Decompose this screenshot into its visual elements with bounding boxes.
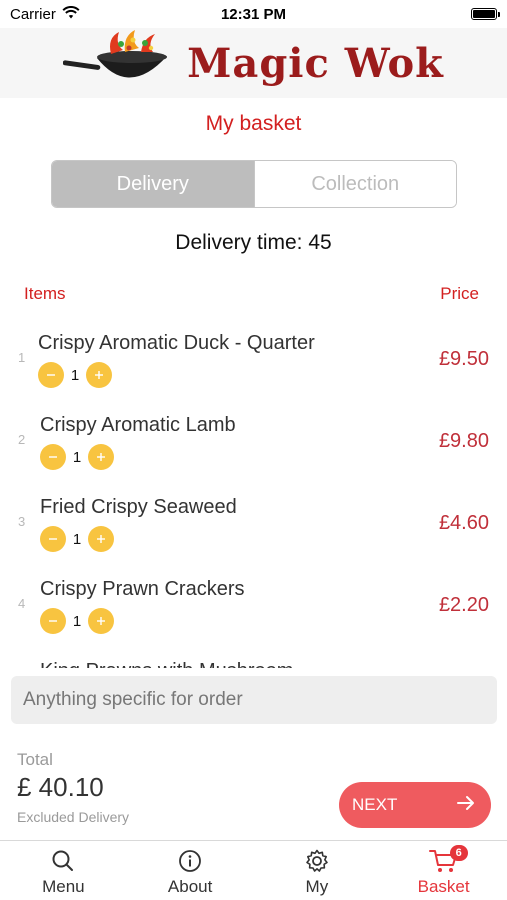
total-note: Excluded Delivery xyxy=(17,809,130,825)
battery-icon xyxy=(471,8,500,20)
item-name: King Prawns with Mushroom xyxy=(40,660,293,668)
total-amount: £ 40.10 xyxy=(17,772,104,802)
decrease-quantity-button[interactable] xyxy=(40,608,66,634)
order-notes-input[interactable] xyxy=(11,676,497,724)
app-header: Magic Wok xyxy=(0,28,507,98)
basket-count-badge: 6 xyxy=(449,845,468,861)
quantity-stepper: 1 xyxy=(38,362,112,388)
basket-item: 4 Crispy Prawn Crackers 1 £2.20 xyxy=(0,564,507,646)
item-quantity: 1 xyxy=(72,530,82,548)
increase-quantity-button[interactable] xyxy=(88,608,114,634)
search-icon xyxy=(51,847,75,875)
tab-collection[interactable]: Collection xyxy=(253,161,456,207)
tab-my-label: My xyxy=(305,877,329,896)
tab-menu-label: Menu xyxy=(42,877,85,896)
quantity-stepper: 1 xyxy=(40,444,114,470)
item-price: £9.50 xyxy=(438,348,489,370)
item-index: 1 xyxy=(18,350,26,365)
decrease-quantity-button[interactable] xyxy=(40,444,66,470)
basket-item: 3 Fried Crispy Seaweed 1 £4.60 xyxy=(0,482,507,564)
item-quantity: 1 xyxy=(70,366,80,384)
tab-about[interactable]: About xyxy=(127,841,254,900)
decrease-quantity-button[interactable] xyxy=(38,362,64,388)
next-button-label: NEXT xyxy=(352,795,398,814)
info-icon xyxy=(178,847,202,875)
increase-quantity-button[interactable] xyxy=(86,362,112,388)
total-label: Total xyxy=(17,750,53,769)
delivery-time: Delivery time: 45 xyxy=(175,231,332,254)
basket-item: 5 King Prawns with Mushroom xyxy=(0,646,507,668)
delivery-mode-toggle: Delivery Collection xyxy=(51,160,457,208)
column-items-label: Items xyxy=(24,284,66,303)
tab-my[interactable]: My xyxy=(254,841,381,900)
item-price: £9.80 xyxy=(438,430,489,452)
status-left: Carrier xyxy=(10,6,80,23)
item-quantity: 1 xyxy=(72,448,82,466)
basket-item: 2 Crispy Aromatic Lamb 1 £9.80 xyxy=(0,400,507,482)
item-quantity: 1 xyxy=(72,612,82,630)
next-button[interactable]: NEXT xyxy=(339,782,491,828)
wok-logo-icon xyxy=(62,29,173,97)
item-index: 2 xyxy=(18,432,26,447)
basket-item: 1 Crispy Aromatic Duck - Quarter 1 £9.50 xyxy=(0,318,507,400)
quantity-stepper: 1 xyxy=(40,526,114,552)
increase-quantity-button[interactable] xyxy=(88,444,114,470)
column-price-label: Price xyxy=(440,284,479,303)
tab-delivery[interactable]: Delivery xyxy=(52,161,254,207)
item-name: Crispy Aromatic Duck - Quarter xyxy=(38,332,315,354)
gear-icon xyxy=(304,847,330,875)
arrow-right-icon xyxy=(457,795,475,816)
decrease-quantity-button[interactable] xyxy=(40,526,66,552)
tab-menu[interactable]: Menu xyxy=(0,841,127,900)
tab-basket[interactable]: 6 Basket xyxy=(380,841,507,900)
tab-about-label: About xyxy=(167,877,213,896)
page-title: My basket xyxy=(205,112,302,135)
quantity-stepper: 1 xyxy=(40,608,114,634)
item-index: 4 xyxy=(18,596,26,611)
item-name: Fried Crispy Seaweed xyxy=(40,496,237,518)
carrier-label: Carrier xyxy=(10,5,56,23)
item-name: Crispy Prawn Crackers xyxy=(40,578,245,600)
item-index: 3 xyxy=(18,514,26,529)
item-price: £2.20 xyxy=(438,594,489,616)
increase-quantity-button[interactable] xyxy=(88,526,114,552)
battery-fill xyxy=(473,10,495,18)
status-bar: Carrier 12:31 PM xyxy=(0,0,507,28)
cart-icon: 6 xyxy=(428,845,468,875)
wifi-icon xyxy=(62,5,80,23)
basket-list-header: Items Price xyxy=(24,284,479,304)
bottom-tab-bar: Menu About My 6 Basket xyxy=(0,840,507,900)
logo-text: Magic Wok xyxy=(187,39,444,87)
item-price: £4.60 xyxy=(438,512,489,534)
tab-basket-label: Basket xyxy=(417,877,470,896)
basket-items-list[interactable]: 1 Crispy Aromatic Duck - Quarter 1 £9.50… xyxy=(0,318,507,668)
item-name: Crispy Aromatic Lamb xyxy=(40,414,236,436)
